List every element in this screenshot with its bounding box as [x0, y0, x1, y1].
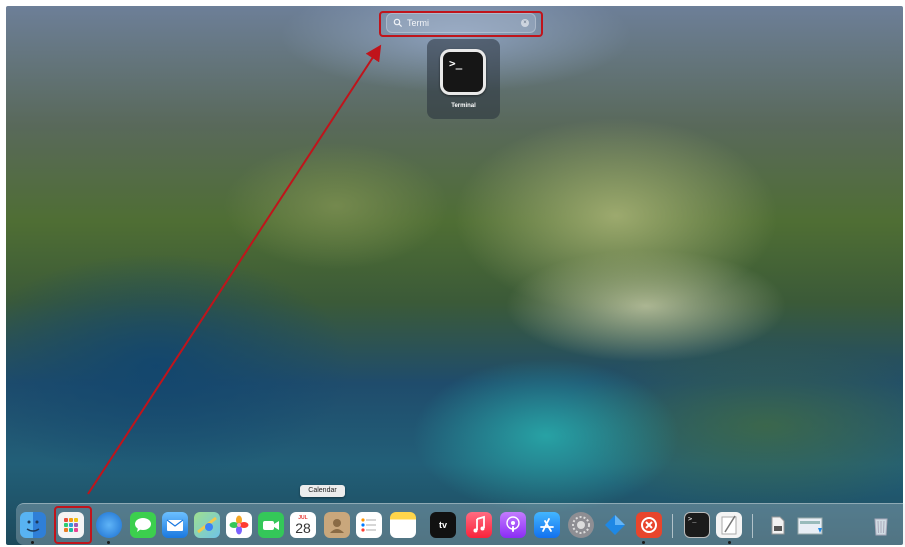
music-icon[interactable] [466, 512, 492, 538]
running-indicator [728, 541, 731, 544]
running-indicator [31, 541, 34, 544]
terminal-icon[interactable]: >_ [684, 512, 710, 538]
terminal-dock-prompt: >_ [688, 515, 697, 523]
mail-icon[interactable] [162, 512, 188, 538]
dock-separator [672, 514, 673, 538]
remote-desktop-icon[interactable] [636, 512, 662, 538]
notes-icon[interactable] [390, 512, 416, 538]
terminal-prompt-glyph: >_ [449, 57, 463, 70]
finder-icon[interactable] [20, 512, 46, 538]
apple-tv-icon[interactable]: tv [430, 512, 456, 538]
trash-icon[interactable] [868, 512, 894, 538]
messages-icon[interactable] [130, 512, 156, 538]
running-indicator [107, 541, 110, 544]
search-result-label: Terminal [451, 103, 476, 109]
running-indicator [642, 541, 645, 544]
launchpad-highlight-box [54, 506, 92, 544]
terminal-app-icon[interactable]: >_ [440, 49, 486, 95]
reminders-icon[interactable] [356, 512, 382, 538]
app-store-icon[interactable] [534, 512, 560, 538]
contacts-icon[interactable] [324, 512, 350, 538]
system-preferences-icon[interactable] [568, 512, 594, 538]
dock-separator-2 [752, 514, 753, 538]
xcode-like-blue-app-icon[interactable] [602, 512, 628, 538]
textedit-icon[interactable] [716, 512, 742, 538]
maps-icon[interactable] [194, 512, 220, 538]
dock-tooltip-calendar: Calendar [300, 485, 345, 497]
safari-icon[interactable] [96, 512, 122, 538]
search-highlight-box [379, 11, 543, 37]
search-result-terminal[interactable]: >_ Terminal [427, 39, 500, 119]
apple-tv-label: tv [438, 520, 447, 530]
dock: JUL 28 tv >_ [16, 503, 905, 545]
podcasts-icon[interactable] [500, 512, 526, 538]
photos-icon[interactable] [226, 512, 252, 538]
document-icon[interactable] [764, 512, 790, 538]
facetime-icon[interactable] [258, 512, 284, 538]
downloads-stack-icon[interactable] [796, 512, 826, 538]
calendar-day: 28 [295, 520, 311, 536]
calendar-icon[interactable]: JUL 28 [290, 512, 316, 538]
